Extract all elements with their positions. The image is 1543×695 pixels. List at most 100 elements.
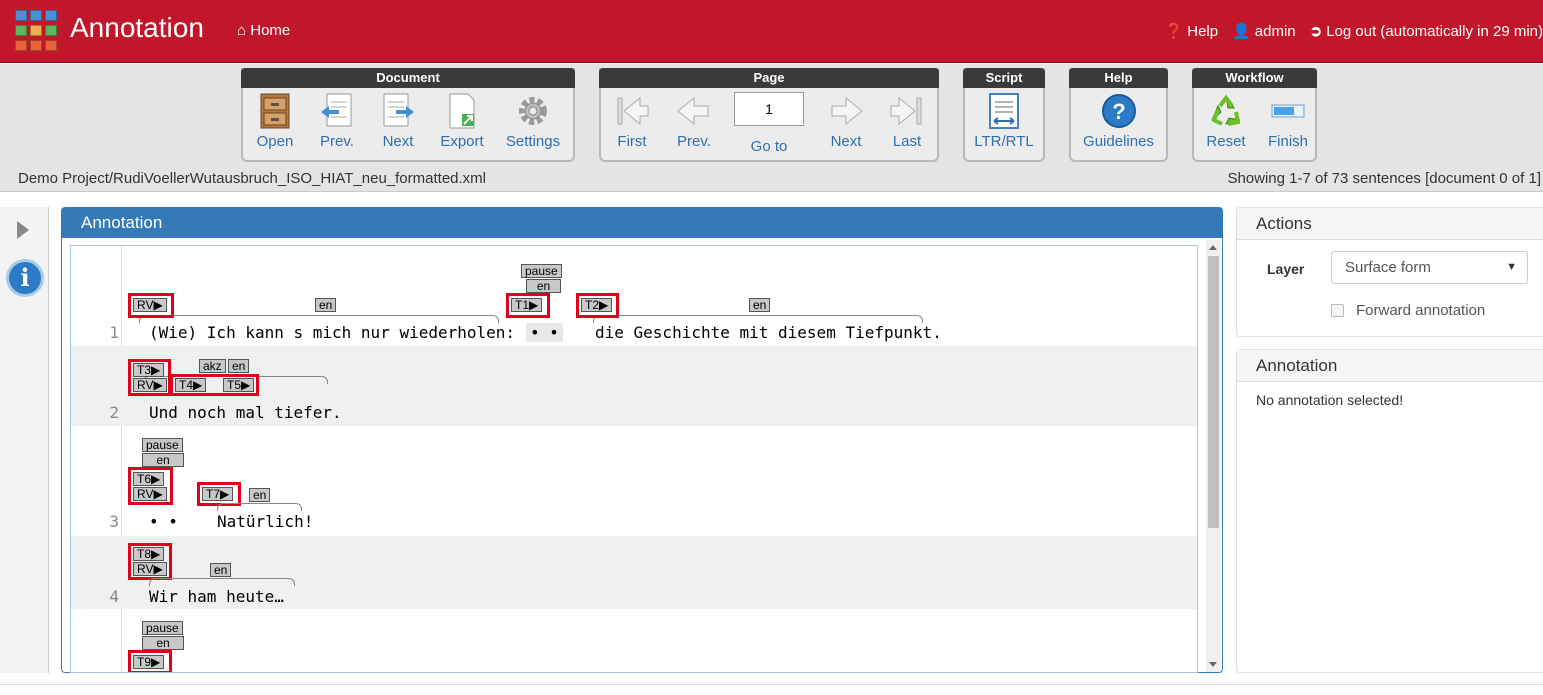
token-text[interactable]: Natürlich! (217, 512, 313, 531)
token-text[interactable]: Und noch mal tiefer. (149, 403, 342, 422)
toolbar: Document Open Prev. Next Export Settings… (0, 64, 1543, 192)
language-tag[interactable]: en (228, 359, 250, 373)
last-page-label: Last (892, 133, 922, 150)
info-icon[interactable]: i (6, 259, 44, 297)
sentence-number: 3 (109, 512, 119, 531)
export-button[interactable]: Export (431, 92, 493, 150)
layer-label: Layer (1267, 261, 1305, 277)
logout-label: Log out (automatically in 29 min) (1326, 23, 1543, 40)
open-button[interactable]: Open (244, 92, 306, 150)
actions-panel-title: Actions (1237, 208, 1543, 240)
next-document-label: Next (382, 133, 414, 150)
annotation-detail-panel: Annotation No annotation selected! (1236, 349, 1543, 673)
user-icon: 👤 (1232, 23, 1251, 40)
first-page-icon (617, 96, 649, 126)
next-page-button[interactable]: Next (815, 92, 877, 150)
app-logo (15, 10, 59, 52)
home-icon: ⌂ (237, 22, 247, 39)
first-page-button[interactable]: First (601, 92, 663, 150)
pause-token[interactable]: • • (149, 512, 178, 531)
selection-highlight (506, 293, 550, 318)
chevron-down-icon: ▼ (1506, 261, 1517, 273)
pause-tag[interactable]: pause (521, 264, 562, 278)
page-number-input[interactable]: 1 (734, 92, 804, 126)
annotation-editor[interactable]: 1 pause en RV▶ en T1▶ T2▶ en (Wie) Ich k… (70, 245, 1198, 673)
first-page-label: First (617, 133, 647, 150)
layer-select[interactable]: Surface form ▼ (1331, 251, 1528, 284)
sentence-row: 2 T3▶ akz en RV▶ T4▶ T5▶ Und noch mal ti… (71, 346, 1197, 426)
home-link[interactable]: ⌂ Home (237, 22, 290, 39)
forward-annotation-label: Forward annotation (1356, 302, 1486, 319)
sentence-number: 4 (109, 587, 119, 606)
token-text[interactable]: die Geschichte mit diesem Tiefpunkt. (595, 323, 942, 342)
akz-tag[interactable]: akz (199, 359, 226, 373)
language-tag[interactable]: en (142, 636, 184, 650)
help-circle-icon: ? (1101, 94, 1136, 128)
language-tag[interactable]: en (249, 488, 271, 502)
scrollbar-thumb[interactable] (1208, 256, 1219, 528)
expand-sidebar-icon[interactable] (17, 221, 29, 239)
reset-button[interactable]: Reset (1195, 92, 1257, 150)
left-sidebar: i (0, 207, 49, 673)
selection-highlight (128, 293, 174, 318)
goto-page-button[interactable]: Go to (738, 138, 800, 155)
gear-icon (519, 97, 547, 125)
prev-document-button[interactable]: Prev. (306, 92, 368, 150)
question-circle-icon: ❓ (1164, 23, 1184, 40)
selection-highlight (128, 467, 173, 505)
pause-token[interactable]: • • (526, 323, 563, 342)
language-tag[interactable]: en (749, 298, 771, 312)
next-document-button[interactable]: Next (367, 92, 429, 150)
language-tag[interactable]: en (315, 298, 337, 312)
token-text[interactable]: (Wie) Ich kann s mich nur wiederholen: (149, 323, 515, 342)
editor-scrollbar[interactable] (1206, 240, 1220, 672)
export-label: Export (440, 133, 484, 150)
ltr-rtl-button[interactable]: LTR/RTL (973, 92, 1035, 150)
finish-button[interactable]: Finish (1257, 92, 1319, 150)
language-tag[interactable]: en (142, 453, 184, 467)
language-tag[interactable]: en (210, 563, 232, 577)
page-group: Page First Prev. 1 Go to Next Last (599, 68, 939, 162)
guidelines-button[interactable]: ? Guidelines (1072, 92, 1165, 150)
forward-annotation-checkbox[interactable] (1331, 304, 1344, 317)
sentence-range: Showing 1-7 of 73 sentences [document 0 … (1227, 170, 1541, 187)
pause-tag[interactable]: pause (142, 621, 183, 635)
language-tag[interactable]: en (526, 279, 561, 293)
prev-page-icon (677, 96, 709, 126)
reset-label: Reset (1206, 133, 1246, 150)
progress-bar-icon (1271, 104, 1305, 118)
document-prev-icon (321, 93, 352, 127)
pause-tag[interactable]: pause (142, 438, 183, 452)
document-path: Demo Project/RudiVoellerWutausbruch_ISO_… (18, 170, 486, 187)
export-icon (449, 93, 475, 129)
last-page-button[interactable]: Last (876, 92, 938, 150)
help-link[interactable]: ❓ Help (1165, 22, 1219, 40)
annotation-detail-title: Annotation (1237, 350, 1543, 382)
sentence-row: 4 T8▶ RV▶ en Wir ham heute… (71, 536, 1197, 609)
scroll-down-icon[interactable] (1209, 662, 1217, 667)
logout-link[interactable]: ➲ Log out (automatically in 29 min) (1310, 22, 1543, 40)
sentence-row: 3 pause en T6▶ RV▶ T7▶ en • • Natürlich! (71, 426, 1197, 536)
settings-button[interactable]: Settings (502, 92, 564, 150)
sentence-row: pause en T9▶ (71, 609, 1197, 672)
top-navbar: Annotation ⌂ Home ❓ Help 👤 admin ➲ Log out … (0, 0, 1543, 63)
help-label: Help (1187, 23, 1219, 40)
user-link[interactable]: 👤 admin (1232, 22, 1296, 40)
prev-page-button[interactable]: Prev. (663, 92, 725, 150)
help-group: Help ? Guidelines (1069, 68, 1168, 162)
selection-highlight (128, 359, 171, 396)
finish-label: Finish (1267, 133, 1308, 150)
last-page-icon (890, 96, 922, 126)
prev-page-label: Prev. (677, 133, 711, 150)
span-bracket (139, 315, 499, 323)
text-direction-icon (989, 93, 1019, 129)
logout-icon: ➲ (1309, 23, 1323, 40)
help-group-title: Help (1069, 68, 1168, 88)
annotation-panel-title: Annotation (62, 208, 1222, 238)
document-next-icon (383, 93, 414, 127)
recycle-icon (1211, 94, 1241, 126)
scroll-up-icon[interactable] (1209, 245, 1217, 250)
app-title[interactable]: Annotation (70, 12, 204, 44)
token-text[interactable]: Wir ham heute… (149, 587, 284, 606)
sentence-number: 1 (109, 323, 119, 342)
